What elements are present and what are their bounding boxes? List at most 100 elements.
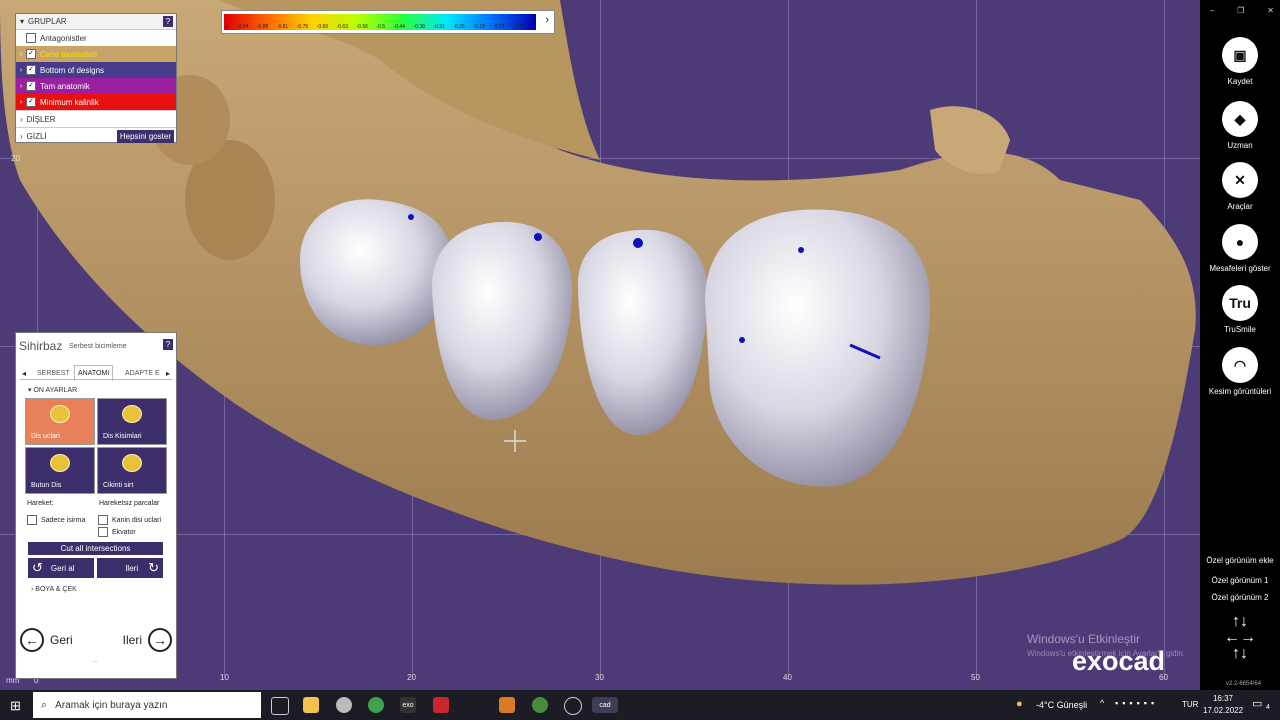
preset-cikinti-sirt[interactable]: Cikinti sirt: [97, 447, 167, 494]
group-checkbox[interactable]: ✓: [26, 65, 36, 75]
back-button[interactable]: ← Geri: [20, 628, 73, 652]
obs-icon[interactable]: [564, 697, 582, 715]
tools-button[interactable]: ✕ Araçlar: [1200, 162, 1280, 211]
add-custom-view-link[interactable]: Özel görünüm ekle: [1200, 556, 1280, 565]
gizli-row[interactable]: › GİZLİ Hepsini goster: [16, 127, 176, 144]
clock-date[interactable]: 17.02.2022: [1203, 706, 1243, 715]
resize-grip-icon[interactable]: ···: [92, 659, 98, 665]
group-label: Bottom of designs: [40, 65, 105, 75]
cad-app-icon[interactable]: cad: [592, 697, 618, 713]
groups-header[interactable]: ▾ GRUPLAR ?: [16, 14, 176, 30]
file-explorer-icon[interactable]: [303, 697, 319, 713]
expand-arrow-icon[interactable]: ›: [16, 83, 26, 90]
trusmile-button[interactable]: Tru TruSmile: [1200, 285, 1280, 334]
color-legend-tick: -0.5: [376, 24, 386, 30]
boya-section[interactable]: › BOYA & ÇEK: [31, 586, 77, 593]
chrome-alt-icon[interactable]: [532, 697, 548, 713]
app-icon[interactable]: [336, 697, 352, 713]
preset-dis-uclari[interactable]: Dis uclari: [25, 398, 95, 445]
tab-serbest[interactable]: SERBEST: [37, 370, 70, 377]
view-navigation-arrows-icon[interactable]: ↑↓ ←→ ↑↓: [1218, 614, 1262, 662]
save-button[interactable]: ▣ Kaydet: [1200, 37, 1280, 86]
tray-chevron-icon[interactable]: ^: [1100, 698, 1104, 708]
exo-app-icon[interactable]: exo: [400, 697, 416, 713]
expand-arrow-icon[interactable]: ›: [16, 67, 26, 74]
group-checkbox[interactable]: ✓: [26, 81, 36, 91]
notification-icon[interactable]: ▭: [1252, 697, 1262, 710]
group-row[interactable]: › ✓ Bottom of designs: [16, 62, 176, 78]
tab-divider: [20, 379, 172, 380]
help-button[interactable]: ?: [163, 339, 173, 350]
group-row[interactable]: › ✓ Cene taramalari: [16, 46, 176, 62]
taskbar-search-box[interactable]: ⌕ Aramak için buraya yazın: [33, 692, 261, 718]
app-icon[interactable]: [499, 697, 515, 713]
color-legend-tick: -0.19: [473, 24, 485, 30]
version-label: v2.2-6654/64: [1226, 681, 1262, 687]
restore-icon[interactable]: ❐: [1237, 6, 1244, 15]
tray-icons[interactable]: ▪▪▪▪▪▪: [1115, 698, 1158, 708]
close-icon[interactable]: ✕: [1267, 6, 1274, 15]
kanin-option[interactable]: Kanin disi uclari: [96, 515, 161, 525]
contact-spot: [408, 214, 414, 220]
checkbox[interactable]: [27, 515, 37, 525]
3d-viewport[interactable]: 10 20 30 40 50 60 20 mm 0 Windows'u Etki…: [0, 0, 1200, 690]
distance-icon: ●: [1222, 224, 1258, 260]
cut-all-intersections-button[interactable]: Cut all intersections: [28, 542, 163, 555]
group-checkbox[interactable]: [26, 33, 36, 43]
arrow-left-icon: ←: [20, 628, 44, 652]
cut-views-button[interactable]: ◠ Kesim görüntüleri: [1200, 347, 1280, 396]
presets-section[interactable]: ▾ ON AYARLAR: [28, 386, 77, 394]
media-app-icon[interactable]: [433, 697, 449, 713]
custom-view-1-link[interactable]: Özel görünüm 1: [1200, 576, 1280, 585]
preset-dis-kisimlari[interactable]: Dis Kisimlari: [97, 398, 167, 445]
group-checkbox[interactable]: ✓: [26, 49, 36, 59]
disler-row[interactable]: › DİŞLER: [16, 110, 176, 127]
preset-butun-dis[interactable]: Butun Dis: [25, 447, 95, 494]
expand-arrow-icon: ›: [20, 114, 23, 124]
group-row[interactable]: › ✓ Tam anatomik: [16, 78, 176, 94]
group-row[interactable]: › ✓ Minimum kalinlik: [16, 94, 176, 110]
tab-scroll-left-icon[interactable]: ◂: [22, 369, 26, 378]
help-button[interactable]: ?: [163, 16, 173, 27]
groups-panel: ▾ GRUPLAR ? Antagonistler › ✓ Cene taramala…: [15, 13, 177, 143]
task-view-icon[interactable]: [271, 697, 289, 715]
expert-button[interactable]: ◆ Uzman: [1200, 101, 1280, 150]
group-row[interactable]: Antagonistler: [16, 30, 176, 46]
tooth-parts-icon: [122, 405, 142, 423]
group-label: Antagonistler: [40, 33, 87, 43]
color-legend-tick: -0.63: [336, 24, 348, 30]
notification-count: 4: [1266, 704, 1270, 711]
distance-color-legend[interactable]: -1 -0.94 -0.88 -0.81 -0.75 -0.69 -0.63 -0.56 -0.…: [221, 10, 555, 34]
undo-button[interactable]: ↺ Geri al: [28, 558, 94, 578]
dental-scan-model[interactable]: [0, 0, 1200, 690]
graduation-cap-icon: ◆: [1222, 101, 1258, 137]
wizard-title: Sihirbaz: [19, 339, 63, 353]
group-list: Antagonistler › ✓ Cene taramalari › ✓ Bottom o…: [16, 30, 176, 110]
checkbox[interactable]: [98, 527, 108, 537]
show-all-button[interactable]: Hepsini goster: [116, 129, 174, 143]
next-button[interactable]: Ileri →: [123, 628, 172, 652]
checkbox[interactable]: [98, 515, 108, 525]
tools-icon: ✕: [1222, 162, 1258, 198]
group-label: Minimum kalinlik: [40, 97, 99, 107]
group-checkbox[interactable]: ✓: [26, 97, 36, 107]
show-distances-button[interactable]: ● Mesafeleri göster: [1200, 224, 1280, 273]
expand-arrow-icon[interactable]: ›: [16, 99, 26, 106]
tab-scroll-right-icon[interactable]: ▸: [166, 369, 170, 378]
x-axis-tick: 40: [783, 673, 792, 682]
expand-arrow-icon[interactable]: ›: [16, 51, 26, 58]
minimize-icon[interactable]: –: [1210, 6, 1214, 15]
color-legend-tick: -0.81: [276, 24, 289, 30]
tab-adapte[interactable]: ADAPTE E: [125, 370, 160, 377]
x-axis-tick: 10: [220, 673, 229, 682]
redo-button[interactable]: Ileri ↻: [97, 558, 163, 578]
sadece-isirma-option[interactable]: Sadece isirma: [25, 515, 85, 525]
custom-view-2-link[interactable]: Özel görünüm 2: [1200, 593, 1280, 602]
language-indicator[interactable]: TUR: [1182, 700, 1198, 709]
windows-start-icon[interactable]: ⊞: [10, 698, 21, 714]
ekvator-option[interactable]: Ekvator: [96, 527, 136, 537]
legend-expand-arrow-icon[interactable]: ›: [545, 14, 549, 26]
clock-time[interactable]: 16:37: [1203, 694, 1243, 703]
chrome-icon[interactable]: [368, 697, 384, 713]
weather-text[interactable]: -4°C Güneşli: [1036, 700, 1087, 710]
